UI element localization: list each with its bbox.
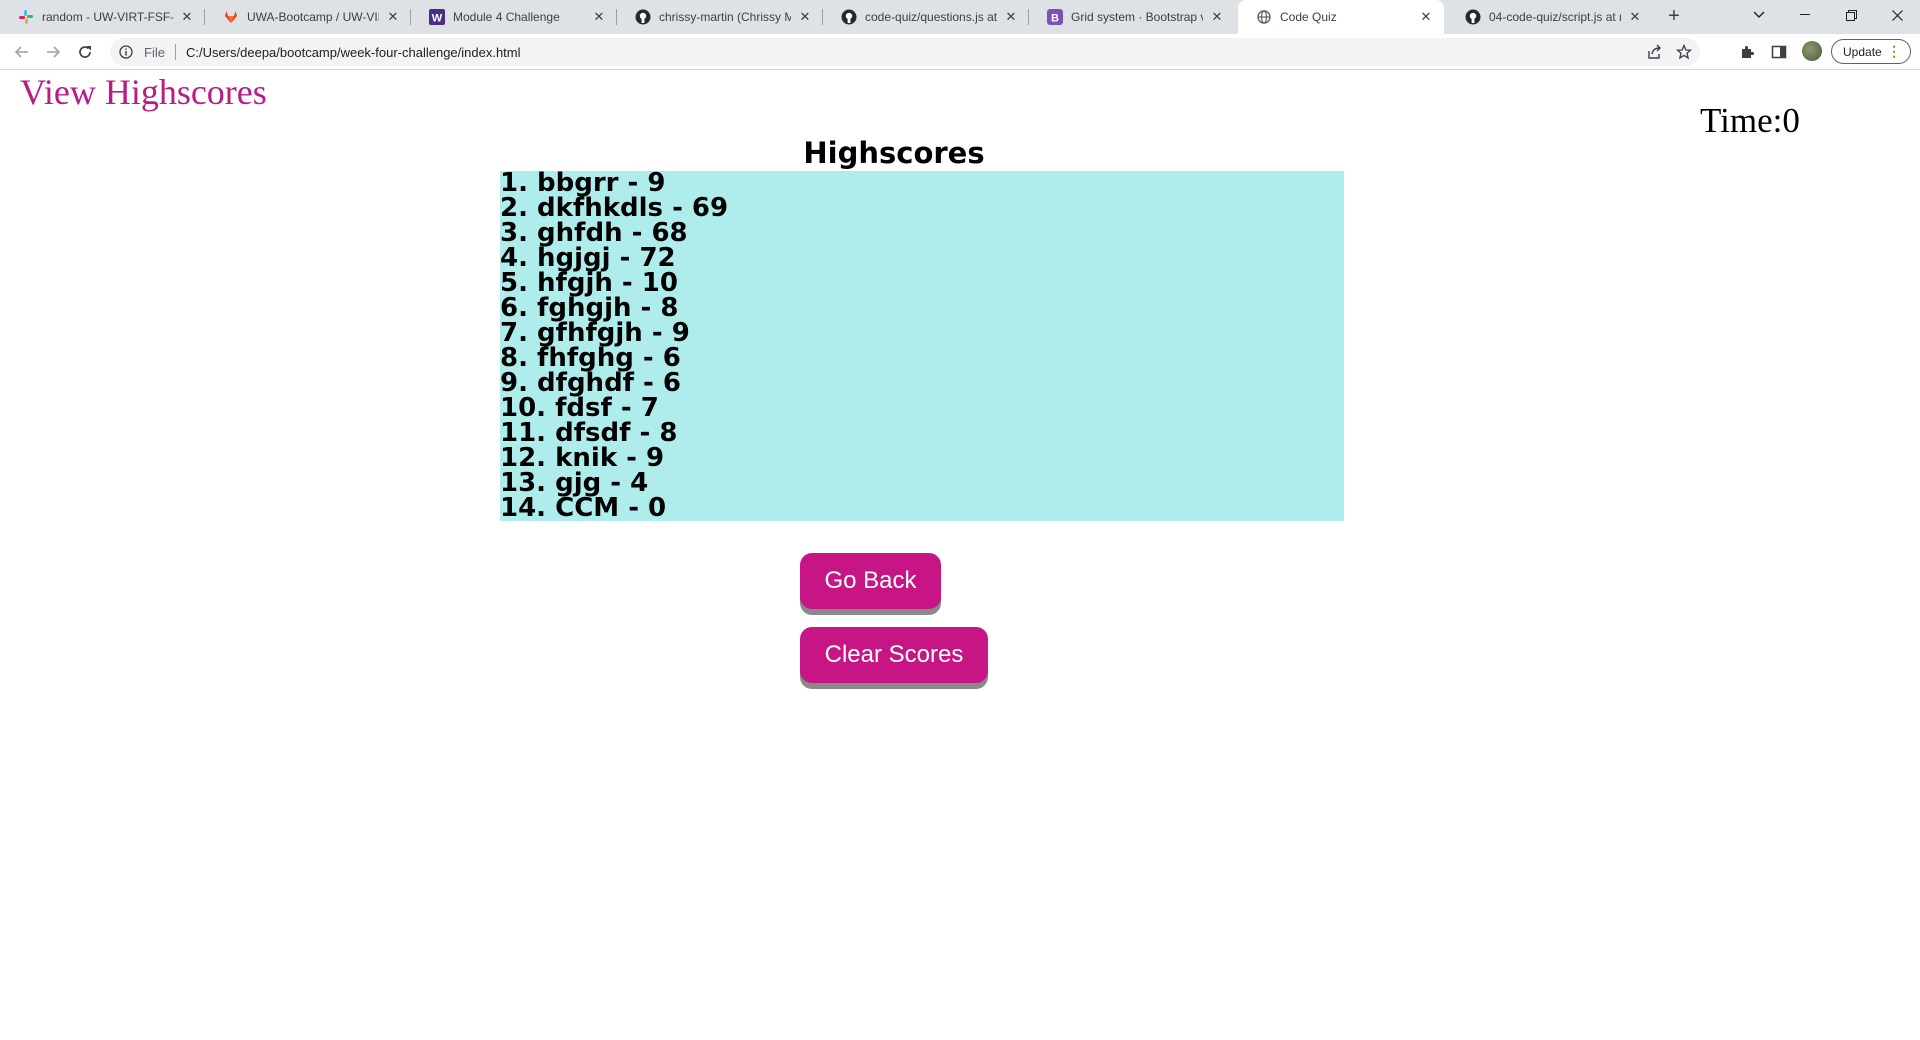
extensions-puzzle-icon[interactable] — [1737, 42, 1757, 62]
tab-chrissy-martin[interactable]: chrissy-martin (Chrissy Ma ✕ — [617, 0, 823, 34]
new-tab-plus-icon[interactable]: + — [1663, 6, 1685, 28]
highscore-item: 14. CCM - 0 — [500, 493, 667, 523]
bookmark-star-icon[interactable] — [1675, 43, 1693, 61]
clear-scores-button[interactable]: Clear Scores — [800, 627, 988, 683]
menu-dots-icon: ⋮ — [1887, 43, 1901, 59]
tab-close-icon[interactable]: ✕ — [385, 9, 401, 25]
tab-bootstrap-grid[interactable]: B Grid system · Bootstrap v5. ✕ — [1029, 0, 1235, 34]
share-icon[interactable] — [1646, 43, 1664, 61]
tab-search-chevron-icon[interactable] — [1736, 0, 1782, 30]
tab-random[interactable]: random - UW-VIRT-FSF-PT ✕ — [0, 0, 205, 34]
tab-close-icon[interactable]: ✕ — [591, 9, 607, 25]
tab-script-js[interactable]: 04-code-quiz/script.js at m ✕ — [1447, 0, 1653, 34]
tab-close-icon[interactable]: ✕ — [1003, 9, 1019, 25]
timer: Time:0 — [1700, 101, 1800, 140]
tab-code-quiz[interactable]: Code Quiz ✕ — [1238, 0, 1444, 34]
tab-questions-js[interactable]: code-quiz/questions.js at r ✕ — [823, 0, 1029, 34]
browser-toolbar: File C:/Users/deepa/bootcamp/week-four-c… — [0, 34, 1920, 70]
update-button[interactable]: Update ⋮ — [1831, 39, 1911, 64]
globe-icon — [1256, 9, 1272, 25]
github-icon — [1465, 9, 1481, 25]
close-window-icon[interactable] — [1874, 0, 1920, 30]
highscores-list: 1. bbgrr - 9 2. dkfhkdls - 69 3. ghfdh - 6… — [500, 170, 1344, 523]
go-back-button[interactable]: Go Back — [800, 553, 941, 609]
address-bar[interactable]: File C:/Users/deepa/bootcamp/week-four-c… — [110, 38, 1700, 66]
reload-icon[interactable] — [73, 40, 97, 64]
tab-uwa-bootcamp[interactable]: UWA-Bootcamp / UW-VIRT ✕ — [205, 0, 411, 34]
svg-text:W: W — [432, 13, 443, 25]
w-icon: W — [429, 9, 445, 25]
tab-close-icon[interactable]: ✕ — [1209, 9, 1225, 25]
info-icon[interactable] — [118, 44, 134, 60]
tab-close-icon[interactable]: ✕ — [179, 9, 195, 25]
profile-avatar[interactable] — [1802, 41, 1822, 61]
side-panel-icon[interactable] — [1769, 42, 1789, 62]
highscores-heading: Highscores — [803, 136, 985, 170]
tab-module-4[interactable]: W Module 4 Challenge ✕ — [411, 0, 617, 34]
tab-strip: random - UW-VIRT-FSF-PT ✕ UWA-Bootcamp /… — [0, 0, 1920, 34]
github-icon — [635, 9, 651, 25]
restore-icon[interactable] — [1828, 0, 1874, 30]
slack-icon — [18, 9, 34, 25]
forward-arrow-icon[interactable] — [41, 40, 65, 64]
back-arrow-icon[interactable] — [10, 40, 34, 64]
github-icon — [841, 9, 857, 25]
address-scheme: File — [144, 44, 165, 60]
tab-close-icon[interactable]: ✕ — [1627, 9, 1643, 25]
tab-close-icon[interactable]: ✕ — [1418, 9, 1434, 25]
address-url[interactable]: C:/Users/deepa/bootcamp/week-four-challe… — [186, 45, 521, 60]
minimize-icon[interactable] — [1782, 0, 1828, 30]
svg-text:B: B — [1051, 13, 1059, 25]
tab-close-icon[interactable]: ✕ — [797, 9, 813, 25]
view-highscores-link[interactable]: View Highscores — [20, 71, 267, 113]
page-content: View Highscores Time:0 Highscores 1. bbg… — [0, 71, 1920, 1040]
gitlab-icon — [223, 9, 239, 25]
bootstrap-icon: B — [1047, 9, 1063, 25]
